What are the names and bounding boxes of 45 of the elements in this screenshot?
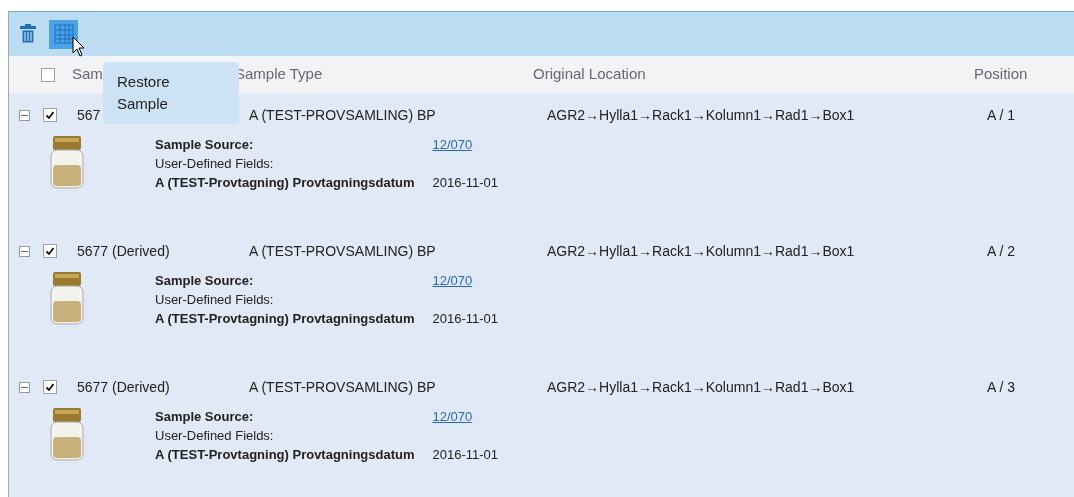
- cursor-icon: [72, 36, 86, 58]
- detail-label: A (TEST-Provtagning) Provtagningsdatum: [155, 446, 415, 464]
- collapse-toggle[interactable]: [19, 245, 30, 257]
- collapse-toggle[interactable]: [19, 381, 30, 393]
- jar-icon: [49, 135, 85, 191]
- position: A / 2: [987, 241, 1016, 261]
- collapse-toggle[interactable]: [19, 109, 30, 121]
- sample-name: 5677 (Derived): [77, 378, 170, 395]
- position: A / 1: [987, 105, 1016, 125]
- checkbox[interactable]: [41, 67, 55, 82]
- checkbox[interactable]: [43, 380, 57, 394]
- sample-name: 567: [77, 106, 101, 123]
- detail-label: User-Defined Fields:: [155, 427, 275, 445]
- original-location: AGR2→Hylla1→Rack1→Kolumn1→Rad1→Box1: [547, 105, 856, 125]
- sample-type: A (TEST-PROVSAMLING) BP: [249, 377, 437, 397]
- jar-icon: [49, 407, 85, 463]
- detail-value: 2016-11-01: [432, 446, 499, 464]
- checkbox[interactable]: [43, 244, 57, 258]
- detail-label: User-Defined Fields:: [155, 155, 275, 173]
- original-location: AGR2→Hylla1→Rack1→Kolumn1→Rad1→Box1: [547, 377, 856, 397]
- sample-source-link[interactable]: 12/070: [432, 271, 499, 290]
- grid-button[interactable]: [49, 19, 78, 49]
- detail-label: Sample Source:: [155, 272, 255, 290]
- sample-name: 5677 (Derived): [77, 242, 170, 259]
- jar-icon: [49, 271, 85, 327]
- column-header[interactable]: Original Location: [533, 63, 974, 86]
- sample-source-link[interactable]: 12/070: [432, 407, 499, 426]
- grid-icon: [53, 24, 74, 44]
- sample-source-link[interactable]: 12/070: [432, 135, 499, 154]
- detail-label: A (TEST-Provtagning) Provtagningsdatum: [155, 310, 415, 328]
- detail-value: 2016-11-01: [432, 174, 499, 192]
- position: A / 3: [987, 377, 1016, 397]
- detail-label: Sample Source:: [155, 408, 255, 426]
- sample-type: A (TEST-PROVSAMLING) BP: [249, 105, 437, 125]
- detail-label: A (TEST-Provtagning) Provtagningsdatum: [155, 174, 415, 192]
- trash-icon[interactable]: [19, 24, 37, 44]
- detail-label: Sample Source:: [155, 136, 255, 154]
- tooltip: Restore Sample: [103, 62, 239, 124]
- column-header[interactable]: Position: [974, 63, 1028, 86]
- original-location: AGR2→Hylla1→Rack1→Kolumn1→Rad1→Box1: [547, 241, 856, 261]
- column-header[interactable]: Sam: [72, 65, 103, 83]
- sample-type: A (TEST-PROVSAMLING) BP: [249, 241, 437, 261]
- detail-label: User-Defined Fields:: [155, 291, 275, 309]
- detail-value: 2016-11-01: [432, 310, 499, 328]
- checkbox[interactable]: [43, 108, 57, 122]
